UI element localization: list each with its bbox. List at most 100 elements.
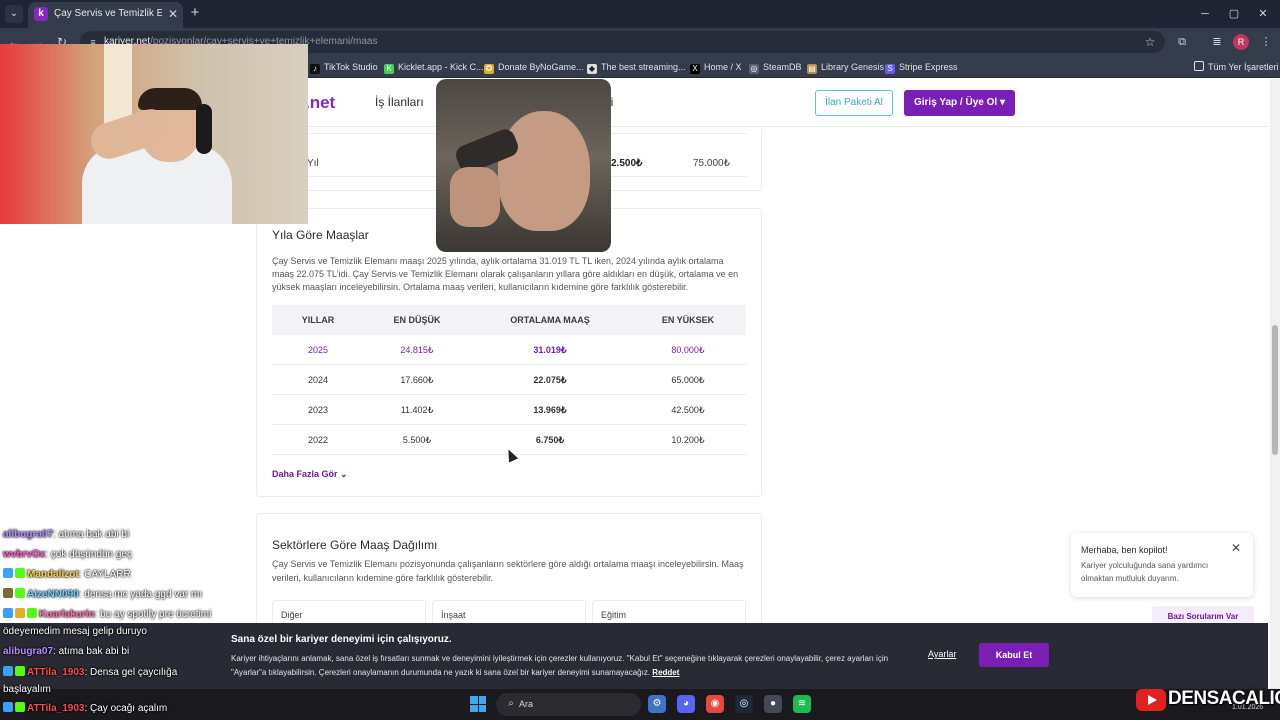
badge-icon — [15, 608, 25, 618]
new-tab-icon[interactable]: + — [187, 5, 203, 21]
avg-cell: 13.969₺ — [533, 405, 567, 415]
chrome-icon[interactable]: ◉ — [706, 695, 724, 713]
section-title: Sektörlere Göre Maaş Dağılımı — [272, 538, 438, 552]
chat-text: : bu ay spotify pre ücretimi — [94, 609, 212, 620]
obs-icon[interactable]: ● — [764, 695, 782, 713]
chat-user: alibugra07 — [3, 529, 54, 540]
extensions-icon[interactable]: ⧉ — [1174, 34, 1190, 50]
nav-jobs-link[interactable]: İş İlanları — [375, 95, 424, 109]
chat-user: Mandalizot — [27, 569, 79, 580]
bookmark-label: Home / X — [704, 62, 742, 72]
login-label: Giriş Yap / Üye Ol — [913, 97, 998, 108]
sector-label: İnşaat — [441, 610, 466, 620]
header-avg: ORTALAMA MAAŞ — [510, 315, 590, 325]
max-cell: 42.500₺ — [671, 405, 705, 415]
minimize-icon[interactable]: ─ — [1196, 5, 1214, 23]
bookmark-label: The best streaming... — [601, 62, 686, 72]
copilot-close-icon[interactable]: ✕ — [1229, 541, 1243, 555]
profile-avatar[interactable]: R — [1233, 34, 1249, 50]
browser-menu-icon[interactable]: ⋮ — [1258, 34, 1274, 50]
cookie-settings-link[interactable]: Ayarlar — [928, 649, 956, 659]
bookmark-label: Tüm Yer İşaretleri — [1208, 62, 1279, 72]
max-cell: 65.000₺ — [671, 375, 705, 385]
bookmark-item[interactable]: ◎ SteamDB — [749, 60, 802, 74]
chat-text: başlayalım — [3, 684, 51, 695]
avg-cell: 31.019₺ — [533, 345, 567, 355]
year-cell: 2022 — [307, 435, 329, 445]
app-icon[interactable]: ⚙ — [648, 695, 666, 713]
cookie-title: Sana özel bir kariyer deneyimi için çalı… — [231, 634, 452, 645]
steamdb-icon: ◎ — [749, 64, 759, 74]
webcam-overlay — [0, 44, 308, 224]
section-description: Çay Servis ve Temizlik Elemanı pozisyonu… — [272, 559, 744, 583]
bookmark-label: Stripe Express — [899, 62, 958, 72]
browser-tab[interactable]: k Çay Servis ve Temizlik Elemanı Maaş ✕ — [28, 2, 183, 28]
windows-start-icon[interactable] — [470, 696, 486, 712]
bookmark-item[interactable]: ▤ Library Genesis — [807, 60, 884, 74]
chat-message: alibugra07: atıma bak abi bi — [3, 526, 129, 543]
min-cell: 5.500₺ — [402, 435, 432, 445]
badge-icon — [3, 608, 13, 618]
taskbar-search-label: Ara — [519, 699, 534, 709]
sector-label: Eğitim — [601, 610, 627, 620]
chat-text: : Çay ocağı açalım — [84, 703, 168, 714]
scrollbar-thumb[interactable] — [1272, 325, 1278, 455]
table-row: 2024 17.660₺ 22.075₺ 65.000₺ — [272, 365, 746, 395]
chat-text: : CAYLARR — [78, 569, 131, 580]
stripe-icon: S — [885, 64, 895, 74]
show-more-link[interactable]: Daha Fazla Gör ⌄ — [272, 469, 348, 480]
discord-icon[interactable]: ◕ — [677, 695, 695, 713]
site-logo[interactable]: .net — [305, 93, 335, 113]
bookmark-item[interactable]: K Kicklet.app - Kick C... — [384, 60, 484, 74]
steam-icon[interactable]: ◎ — [735, 695, 753, 713]
kariyer-favicon-icon: k — [34, 7, 48, 21]
bookmark-item[interactable]: ◆ The best streaming... — [587, 60, 686, 74]
min-cell: 24.815₺ — [400, 345, 434, 355]
spotify-icon[interactable]: ≋ — [793, 695, 811, 713]
library-icon: ▤ — [807, 64, 817, 74]
chat-message: AizeNN090: densa mc yada ggd var mı — [3, 586, 202, 603]
chat-user: ATTila_1903 — [27, 703, 85, 714]
chat-user: Kuarlakurin — [39, 609, 95, 620]
maximize-icon[interactable]: ▢ — [1225, 5, 1243, 23]
page-scrollbar[interactable] — [1270, 79, 1280, 720]
bookmark-item[interactable]: ✪ Donate ByNoGame... — [484, 60, 584, 74]
badge-icon — [15, 702, 25, 712]
table-header: YILLAR EN DÜŞÜK ORTALAMA MAAŞ EN YÜKSEK — [272, 305, 746, 335]
badge-icon — [3, 666, 13, 676]
kicklet-icon: K — [384, 64, 394, 74]
chat-message: ATTila_1903: Densa gel çaycılığa — [3, 664, 177, 681]
taskbar-search[interactable]: ⌕ Ara — [496, 693, 641, 716]
cookie-accept-button[interactable]: Kabul Et — [979, 643, 1049, 667]
bookmark-item[interactable]: X Home / X — [690, 60, 742, 74]
all-bookmarks[interactable]: Tüm Yer İşaretleri — [1194, 60, 1279, 74]
bookmark-item[interactable]: ♪ TikTok Studio — [310, 60, 378, 74]
tab-search-icon[interactable]: ⌄ — [5, 5, 23, 23]
chat-message: Kuarlakurin: bu ay spotify pre ücretimi — [3, 606, 211, 623]
chat-message: Mandalizot: CAYLARR — [3, 566, 131, 583]
bookmark-star-icon[interactable]: ☆ — [1142, 34, 1158, 50]
post-job-button[interactable]: İlan Paketi Al — [815, 90, 893, 116]
chat-text: : Densa gel çaycılığa — [84, 667, 178, 678]
badge-icon — [3, 568, 13, 578]
chat-message: başlayalım — [3, 681, 51, 698]
media-controls-icon[interactable]: ≣ — [1209, 34, 1225, 50]
chat-text: ödeyemedim mesaj gelip duruyo — [3, 626, 147, 637]
chat-text: : densa mc yada ggd var mı — [78, 589, 203, 600]
window-close-icon[interactable]: ✕ — [1254, 5, 1272, 23]
badge-icon — [15, 568, 25, 578]
bookmark-label: Donate ByNoGame... — [498, 62, 584, 72]
x-icon: X — [690, 64, 700, 74]
copilot-title: Merhaba, ben kopilot! — [1081, 545, 1168, 555]
tab-title: Çay Servis ve Temizlik Elemanı Maaş — [54, 8, 162, 19]
meme-hand — [450, 167, 500, 227]
show-more-label: Daha Fazla Gör — [272, 469, 338, 479]
bookmark-label: Kicklet.app - Kick C... — [398, 62, 484, 72]
badge-icon — [15, 666, 25, 676]
close-tab-icon[interactable]: ✕ — [166, 7, 180, 21]
cookie-reject-link[interactable]: Reddet — [652, 668, 679, 677]
tiktok-icon: ♪ — [310, 64, 320, 74]
bookmark-item[interactable]: S Stripe Express — [885, 60, 958, 74]
bookmark-label: SteamDB — [763, 62, 802, 72]
login-register-button[interactable]: Giriş Yap / Üye Ol ▾ — [904, 90, 1015, 116]
